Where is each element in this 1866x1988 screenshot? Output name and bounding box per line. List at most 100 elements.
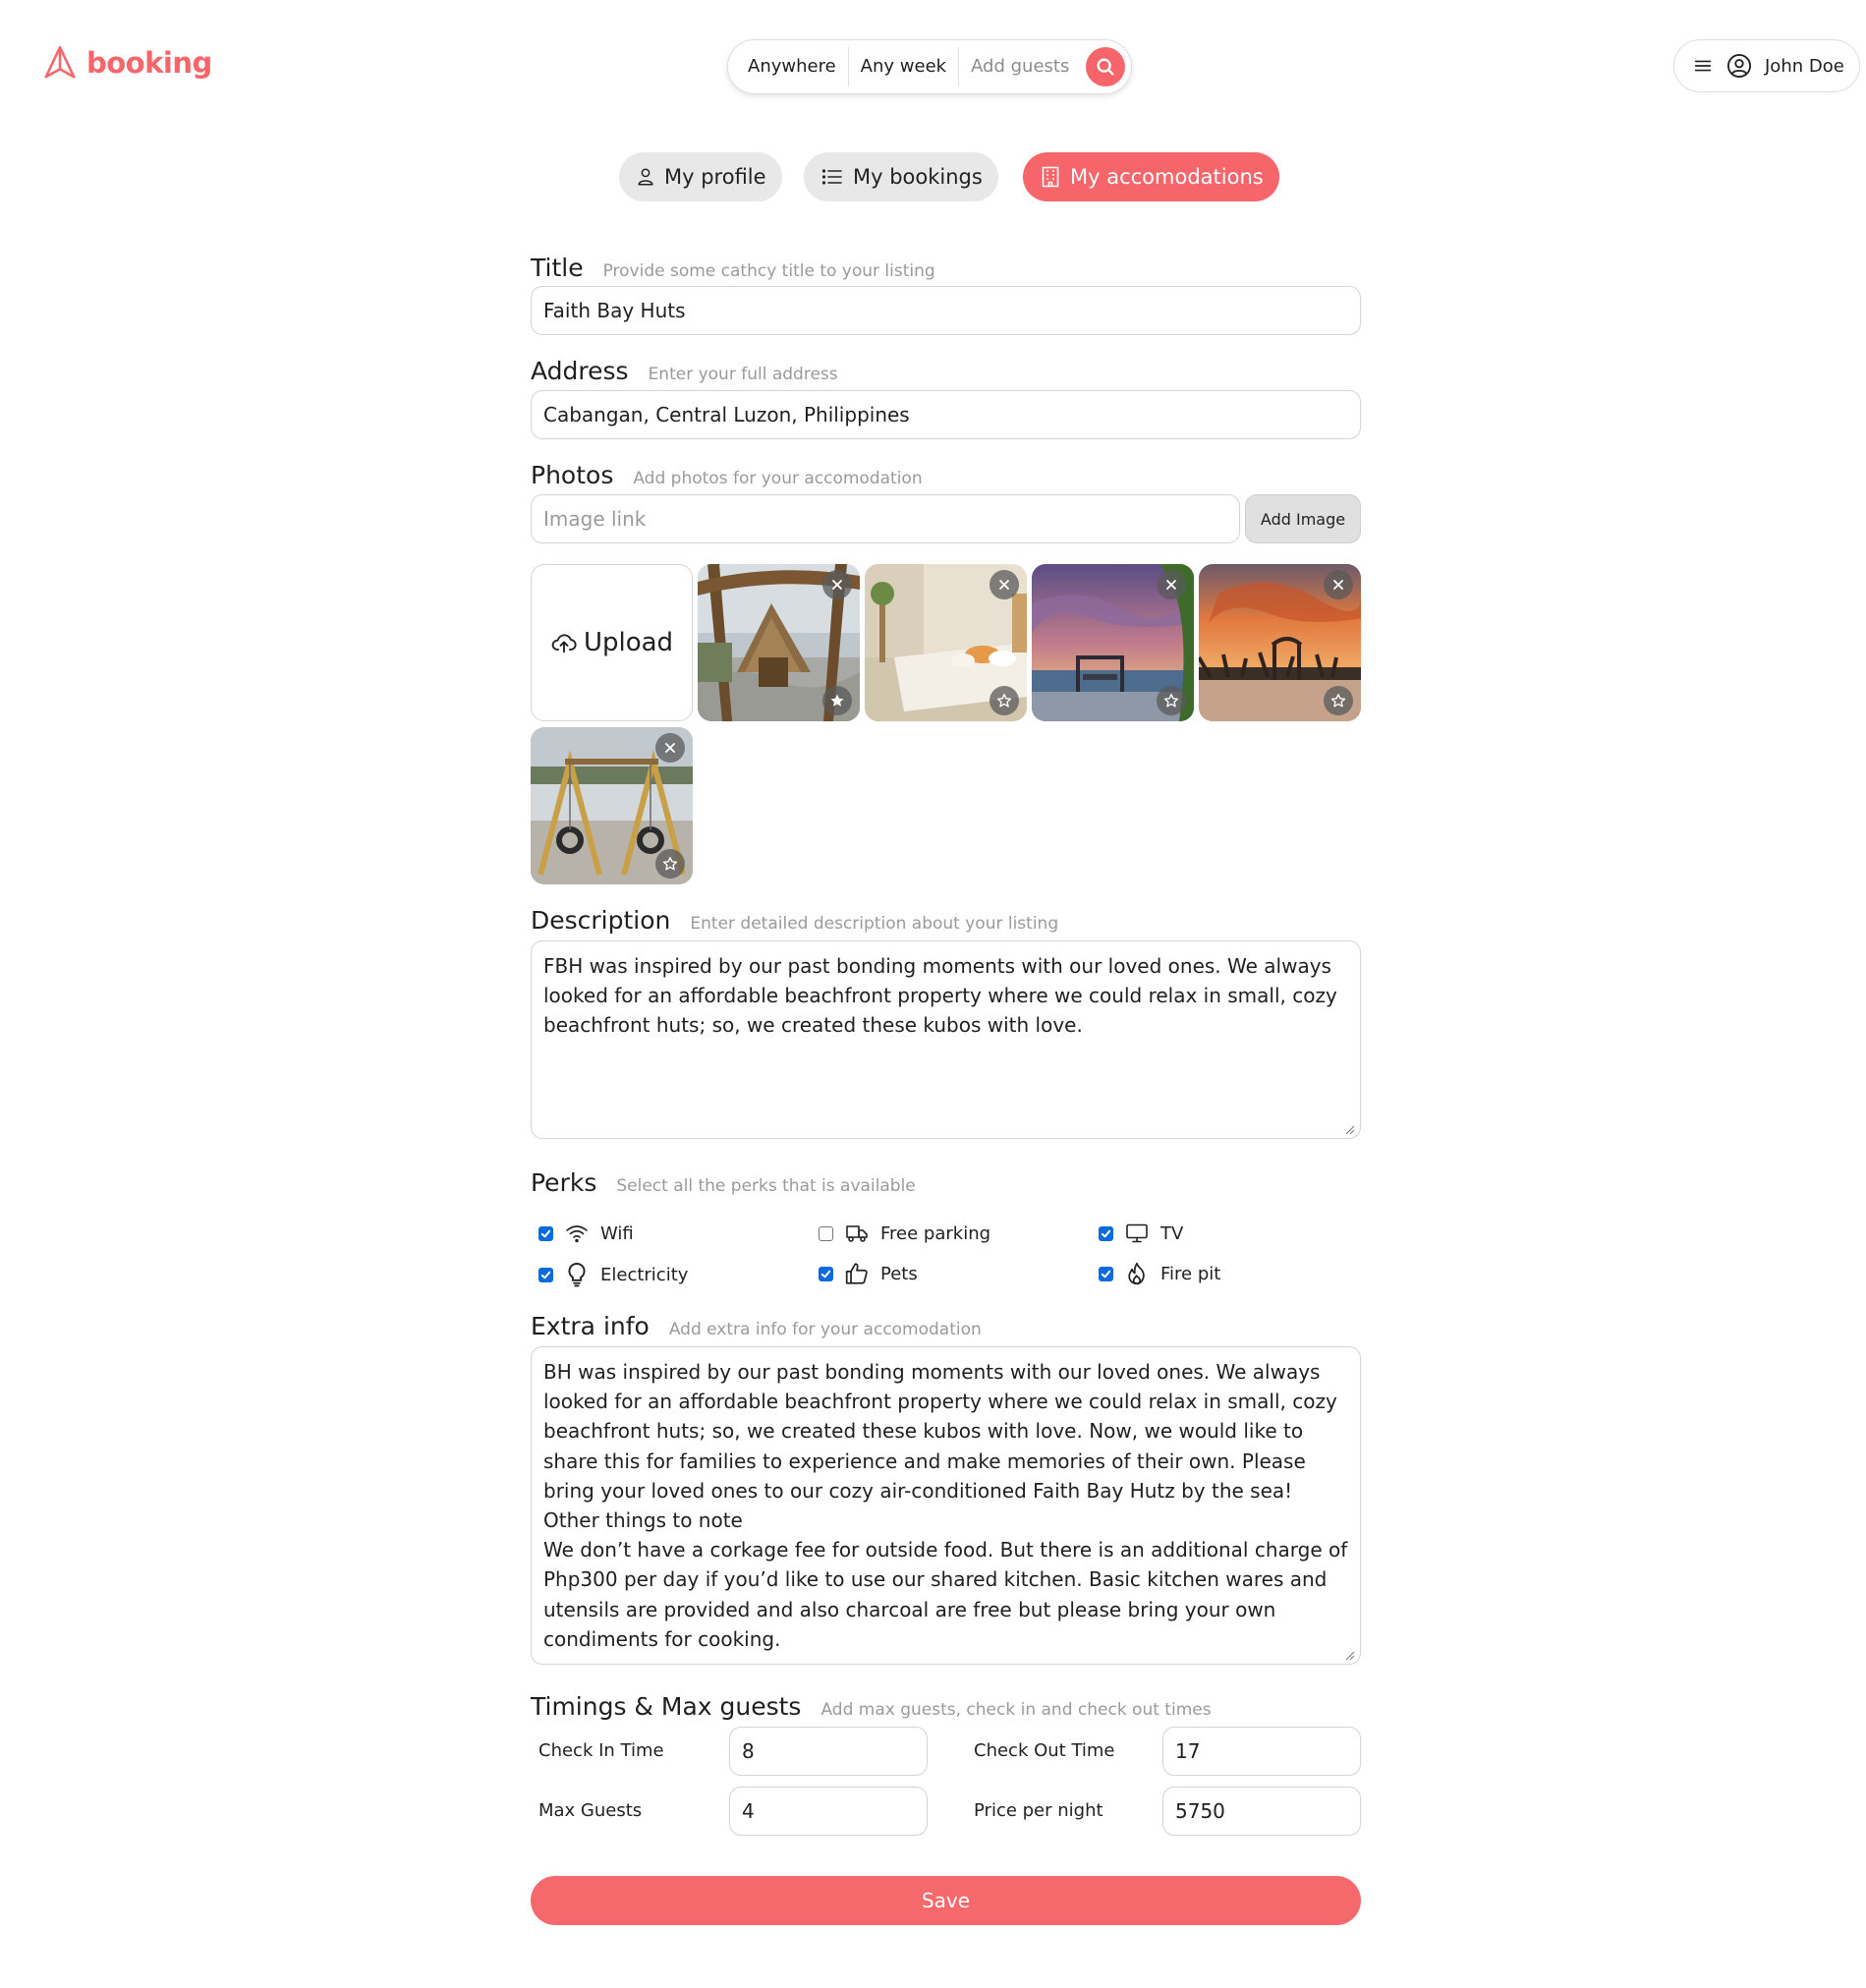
extra-info-textarea-wrap: BH was inspired by our past bonding mome… <box>531 1346 1361 1665</box>
set-main-photo-button[interactable] <box>655 849 685 879</box>
photo-thumbnail[interactable] <box>698 564 860 721</box>
extra-info-label: Extra info <box>531 1312 650 1340</box>
timings-hint: Add max guests, check in and check out t… <box>820 1700 1212 1720</box>
title-label: Title <box>531 254 584 282</box>
title-hint: Provide some cathcy title to your listin… <box>602 261 935 281</box>
perk-label: Free parking <box>880 1222 991 1244</box>
check-out-label: Check Out Time <box>974 1740 1115 1761</box>
add-image-button[interactable]: Add Image <box>1245 494 1361 543</box>
save-button[interactable]: Save <box>531 1876 1361 1925</box>
remove-photo-button[interactable] <box>822 570 852 599</box>
tab-label: My accomodations <box>1070 165 1264 189</box>
perks-section-header: Perks Select all the perks that is avail… <box>531 1168 916 1197</box>
perk-free-parking[interactable]: Free parking <box>819 1221 990 1245</box>
account-tabs: My profile My bookings My accomodations <box>0 152 1866 203</box>
perk-label: Electricity <box>600 1264 689 1285</box>
tab-my-profile[interactable]: My profile <box>619 152 782 201</box>
user-name: John Doe <box>1765 55 1844 77</box>
star-filled-icon <box>830 694 844 707</box>
perk-electricity[interactable]: Electricity <box>538 1261 688 1288</box>
checkmark-icon <box>540 1271 551 1278</box>
description-hint: Enter detailed description about your li… <box>690 914 1059 934</box>
close-icon <box>665 743 675 753</box>
user-circle-icon <box>1726 53 1752 79</box>
extra-info-textarea[interactable]: BH was inspired by our past bonding mome… <box>531 1346 1361 1665</box>
perk-label: Wifi <box>600 1222 634 1244</box>
checkbox[interactable] <box>1099 1266 1113 1281</box>
tv-icon <box>1126 1223 1148 1243</box>
extra-info-section-header: Extra info Add extra info for your accom… <box>531 1312 982 1340</box>
search-icon <box>1097 58 1114 76</box>
checkmark-icon <box>1101 1270 1111 1278</box>
checkmark-icon <box>820 1270 831 1278</box>
tab-my-accomodations[interactable]: My accomodations <box>1023 152 1279 201</box>
remove-photo-button[interactable] <box>1324 570 1353 599</box>
close-icon <box>1166 580 1176 590</box>
perk-tv[interactable]: TV <box>1099 1221 1183 1245</box>
checkbox[interactable] <box>819 1266 833 1281</box>
search-button[interactable] <box>1086 47 1125 86</box>
price-input[interactable]: 5750 <box>1162 1787 1361 1836</box>
remove-photo-button[interactable] <box>655 733 685 763</box>
upload-button[interactable]: Upload <box>531 564 693 721</box>
resize-grip-icon[interactable] <box>1345 1651 1355 1661</box>
title-input[interactable]: Faith Bay Huts <box>531 286 1361 335</box>
resize-grip-icon[interactable] <box>1345 1125 1355 1135</box>
perks-hint: Select all the perks that is available <box>616 1176 916 1196</box>
brand-logo[interactable]: booking <box>41 43 212 83</box>
lightbulb-icon <box>568 1262 586 1287</box>
upload-cloud-icon <box>551 634 577 653</box>
close-icon <box>832 580 842 590</box>
timings-label: Timings & Max guests <box>531 1692 802 1721</box>
timings-section-header: Timings & Max guests Add max guests, che… <box>531 1692 1212 1721</box>
description-textarea-wrap: FBH was inspired by our past bonding mom… <box>531 940 1361 1139</box>
checkbox[interactable] <box>819 1225 833 1241</box>
fire-icon <box>1128 1262 1145 1285</box>
search-where[interactable]: Anywhere <box>746 47 849 86</box>
extra-info-hint: Add extra info for your accomodation <box>668 1320 982 1339</box>
wifi-icon <box>566 1225 588 1243</box>
star-outline-icon <box>1330 694 1346 708</box>
image-link-input[interactable]: Image link <box>531 494 1240 543</box>
check-out-input[interactable]: 17 <box>1162 1727 1361 1776</box>
remove-photo-button[interactable] <box>990 570 1019 599</box>
address-input[interactable]: Cabangan, Central Luzon, Philippines <box>531 390 1361 439</box>
search-bar[interactable]: Anywhere Any week Add guests <box>727 39 1132 94</box>
address-section-header: Address Enter your full address <box>531 357 838 385</box>
check-in-input[interactable]: 8 <box>729 1727 928 1776</box>
title-section-header: Title Provide some cathcy title to your … <box>531 254 935 282</box>
photo-thumbnail[interactable] <box>531 727 693 884</box>
user-icon <box>638 168 653 186</box>
search-when[interactable]: Any week <box>849 47 960 86</box>
photos-section-header: Photos Add photos for your accomodation <box>531 461 923 489</box>
set-main-photo-button[interactable] <box>990 686 1019 715</box>
building-icon <box>1042 166 1059 188</box>
max-guests-label: Max Guests <box>538 1800 643 1821</box>
check-in-label: Check In Time <box>538 1740 664 1761</box>
photo-thumbnail[interactable] <box>1199 564 1361 721</box>
photo-thumbnail[interactable] <box>1032 564 1194 721</box>
photo-thumbnail[interactable] <box>865 564 1027 721</box>
max-guests-input[interactable]: 4 <box>729 1787 928 1836</box>
tab-my-bookings[interactable]: My bookings <box>804 152 998 201</box>
set-main-photo-button[interactable] <box>822 686 852 715</box>
set-main-photo-button[interactable] <box>1324 686 1353 715</box>
set-main-photo-button[interactable] <box>1157 686 1186 715</box>
checkbox[interactable] <box>538 1225 553 1241</box>
user-menu[interactable]: John Doe <box>1673 39 1860 92</box>
checkmark-icon <box>540 1229 551 1237</box>
checkbox[interactable] <box>1099 1225 1113 1241</box>
description-section-header: Description Enter detailed description a… <box>531 906 1058 935</box>
address-hint: Enter your full address <box>648 365 838 384</box>
perk-pets[interactable]: Pets <box>819 1261 918 1286</box>
search-guests[interactable]: Add guests <box>959 47 1081 86</box>
perk-fire-pit[interactable]: Fire pit <box>1099 1261 1220 1286</box>
remove-photo-button[interactable] <box>1157 570 1186 599</box>
tab-label: My profile <box>664 165 766 189</box>
checkbox[interactable] <box>538 1267 553 1282</box>
star-outline-icon <box>996 694 1012 708</box>
description-textarea[interactable]: FBH was inspired by our past bonding mom… <box>531 940 1361 1139</box>
perk-wifi[interactable]: Wifi <box>538 1221 634 1245</box>
photos-hint: Add photos for your accomodation <box>633 469 923 488</box>
close-icon <box>1333 580 1343 590</box>
